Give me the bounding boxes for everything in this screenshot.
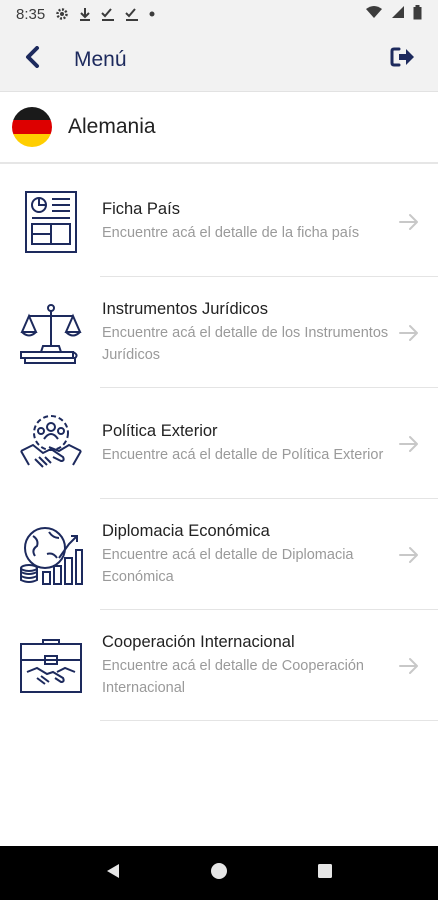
scales-justice-icon: [18, 300, 84, 366]
logout-icon: [390, 46, 416, 73]
nav-recents-button[interactable]: [305, 853, 345, 893]
menu-item-instrumentos-juridicos[interactable]: Instrumentos Jurídicos Encuentre acá el …: [0, 277, 438, 388]
menu-item-title: Diplomacia Económica: [102, 521, 270, 540]
download-icon: [79, 7, 91, 21]
nav-back-button[interactable]: [93, 853, 133, 893]
arrow-right-icon: [398, 433, 420, 455]
checkmark-list-icon: [101, 7, 115, 21]
menu-item-description: Encuentre acá el detalle de Política Ext…: [102, 446, 384, 463]
checkmark-list-icon: [125, 7, 139, 21]
flag-stripe-red: [12, 120, 52, 134]
back-button[interactable]: [18, 45, 48, 75]
arrow-right-icon: [398, 655, 420, 677]
dot-icon: [149, 11, 155, 17]
menu-item-description: Encuentre acá el detalle de Diplomacia E…: [102, 546, 354, 585]
menu-item-politica-exterior[interactable]: Política Exterior Encuentre acá el detal…: [0, 388, 438, 499]
menu-item-title: Instrumentos Jurídicos: [102, 299, 268, 318]
country-name: Alemania: [68, 115, 156, 138]
arrow-right-icon: [398, 544, 420, 566]
menu-item-title: Política Exterior: [102, 421, 218, 440]
app-bar: Menú: [0, 28, 438, 92]
arrow-right-icon: [398, 322, 420, 344]
page-title: Menú: [74, 47, 127, 71]
menu-item-cooperacion-internacional[interactable]: Cooperación Internacional Encuentre acá …: [0, 610, 438, 721]
wifi-icon: [365, 5, 383, 23]
country-file-icon: [18, 189, 84, 255]
globe-growth-chart-icon: [18, 522, 84, 588]
status-time: 8:35: [16, 5, 46, 23]
logout-button[interactable]: [388, 45, 418, 75]
triangle-back-icon: [104, 862, 122, 885]
divider: [100, 720, 438, 721]
menu-item-title: Ficha País: [102, 199, 180, 218]
menu-item-diplomacia-economica[interactable]: Diplomacia Económica Encuentre acá el de…: [0, 499, 438, 610]
country-header: Alemania: [0, 92, 438, 164]
germany-flag-icon: [12, 107, 52, 147]
flag-stripe-black: [12, 107, 52, 121]
nav-home-button[interactable]: [199, 853, 239, 893]
status-bar: 8:35: [0, 0, 438, 28]
arrow-right-icon: [398, 211, 420, 233]
handshake-people-icon: [18, 411, 84, 477]
menu-list: Ficha País Encuentre acá el detalle de l…: [0, 166, 438, 721]
battery-icon: [413, 4, 422, 24]
settings-icon: [55, 7, 69, 21]
square-recents-icon: [317, 863, 333, 884]
menu-item-title: Cooperación Internacional: [102, 632, 295, 651]
signal-icon: [391, 5, 405, 23]
briefcase-handshake-icon: [18, 633, 84, 699]
chevron-left-icon: [25, 46, 41, 73]
menu-item-ficha-pais[interactable]: Ficha País Encuentre acá el detalle de l…: [0, 166, 438, 277]
system-navigation-bar: [0, 846, 438, 900]
circle-home-icon: [210, 862, 228, 885]
menu-item-description: Encuentre acá el detalle de los Instrume…: [102, 324, 389, 363]
menu-item-description: Encuentre acá el detalle de la ficha paí…: [102, 224, 360, 241]
flag-stripe-gold: [12, 133, 52, 147]
menu-item-description: Encuentre acá el detalle de Cooperación …: [102, 657, 364, 696]
